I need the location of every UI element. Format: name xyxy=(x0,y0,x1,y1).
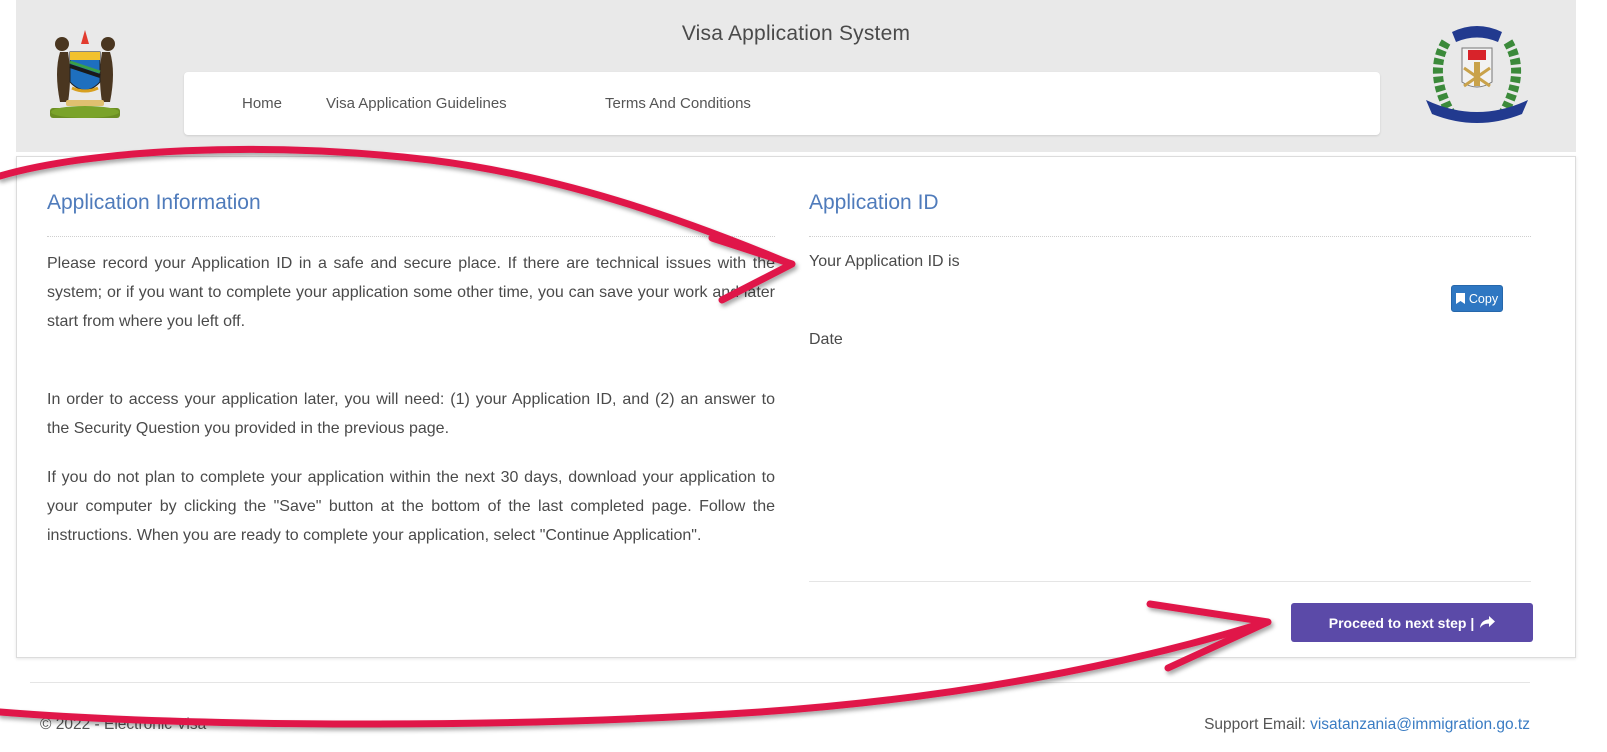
proceed-to-next-step-button[interactable]: Proceed to next step | xyxy=(1291,603,1533,642)
date-label: Date xyxy=(809,331,843,348)
application-information-title: Application Information xyxy=(47,191,261,214)
info-paragraph-3: If you do not plan to complete your appl… xyxy=(47,469,775,544)
nav-home[interactable]: Home xyxy=(242,95,282,112)
main-navbar: Home Visa Application Guidelines Terms A… xyxy=(184,72,1380,135)
copy-button-label: Copy xyxy=(1468,291,1499,306)
info-paragraph-1: Please record your Application ID in a s… xyxy=(47,255,775,330)
immigration-department-logo-icon xyxy=(1426,26,1528,123)
site-title: Visa Application System xyxy=(681,22,911,45)
nav-visa-application-guidelines[interactable]: Visa Application Guidelines xyxy=(326,95,507,112)
footer-divider xyxy=(30,682,1530,683)
footer-support: Support Email: visatanzania@immigration.… xyxy=(1204,716,1530,734)
left-divider xyxy=(47,236,775,237)
application-id-title: Application ID xyxy=(809,191,939,214)
right-divider xyxy=(809,236,1531,237)
share-arrow-icon xyxy=(1480,616,1496,628)
support-email-link[interactable]: visatanzania@immigration.go.tz xyxy=(1310,716,1530,733)
info-paragraph-2: In order to access your application late… xyxy=(47,391,775,437)
nav-terms-and-conditions[interactable]: Terms And Conditions xyxy=(605,95,751,112)
application-id-label: Your Application ID is xyxy=(809,253,960,270)
footer-copyright: © 2022 - Electronic Visa xyxy=(40,716,207,733)
proceed-button-label: Proceed to next step | xyxy=(1328,614,1475,631)
copy-button[interactable]: Copy xyxy=(1451,285,1503,312)
support-email-label: Support Email: xyxy=(1204,716,1306,733)
actions-divider xyxy=(809,581,1531,582)
site-header: Visa Application System Home Visa Applic… xyxy=(16,0,1576,152)
application-card: Application Information Please record yo… xyxy=(16,156,1576,658)
bookmark-icon xyxy=(1455,293,1465,304)
